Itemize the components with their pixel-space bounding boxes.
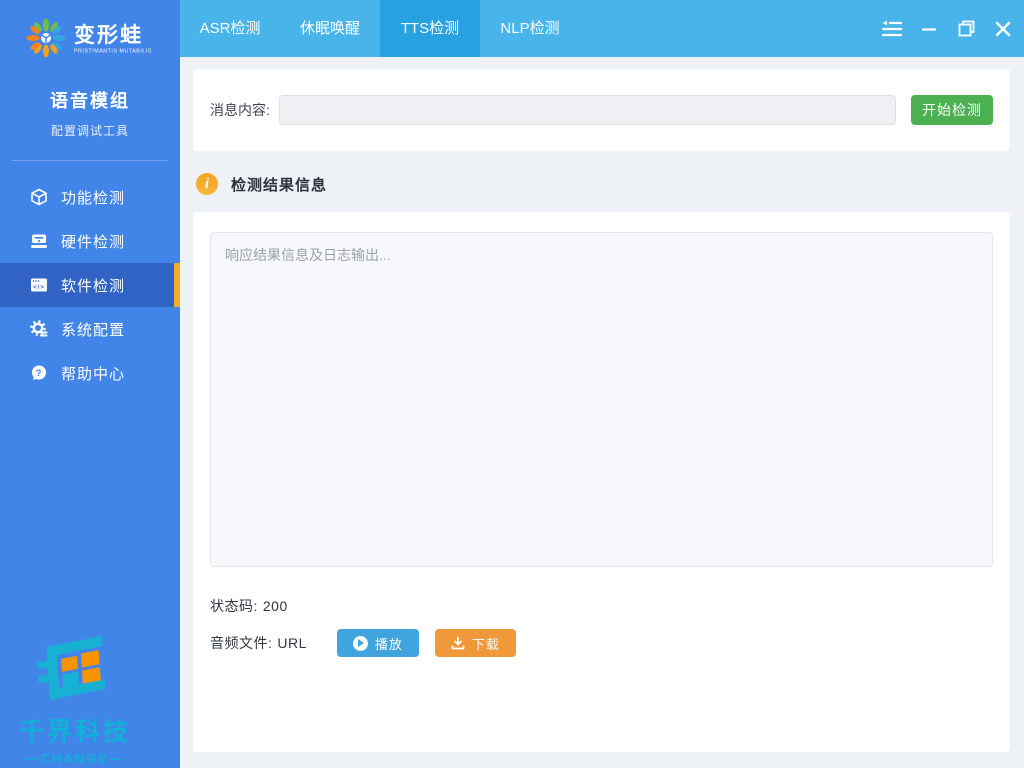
info-icon: i: [196, 173, 218, 195]
sidebar-divider: [12, 160, 168, 161]
collapse-menu-icon[interactable]: [881, 18, 903, 40]
sidebar-item-function-check[interactable]: 功能检测: [0, 175, 180, 219]
result-card: 状态码: 200 音频文件: URL 播放 下载: [193, 212, 1010, 752]
result-section-title: 检测结果信息: [231, 176, 328, 194]
sidebar-menu: 功能检测 硬件检测 </> 软件检测 系统配置 ? 帮助中心: [0, 175, 180, 395]
sidebar-item-hardware-check[interactable]: 硬件检测: [0, 219, 180, 263]
status-code-row: 状态码: 200: [210, 596, 993, 616]
message-label: 消息内容:: [210, 102, 270, 118]
sidebar-item-label: 功能检测: [61, 189, 126, 207]
sidebar-item-system-config[interactable]: 系统配置: [0, 307, 180, 351]
brand: 变形蛙 PRISTIMANTIS MUTABILIS: [0, 0, 180, 65]
close-icon[interactable]: [992, 18, 1014, 40]
topbar: ASR检测 休眠唤醒 TTS检测 NLP检测: [180, 0, 1024, 57]
company-tagline: —CHANGE—: [25, 751, 125, 766]
play-button[interactable]: 播放: [336, 629, 419, 657]
download-icon: [451, 636, 465, 650]
sidebar-item-label: 系统配置: [61, 321, 126, 339]
sidebar-item-label: 帮助中心: [61, 365, 126, 383]
module-header: 语音模组 配置调试工具: [0, 87, 180, 139]
code-window-icon: </>: [30, 276, 48, 294]
status-code-value: 200: [262, 598, 288, 614]
tab-asr[interactable]: ASR检测: [180, 0, 280, 57]
tab-label: 休眠唤醒: [299, 20, 360, 37]
message-card: 消息内容: 开始检测: [193, 69, 1010, 151]
company-name: 千界科技: [18, 718, 131, 746]
module-subtitle: 配置调试工具: [50, 124, 129, 138]
minimize-icon[interactable]: [918, 18, 940, 40]
audio-file-row: 音频文件: URL 播放 下载: [210, 629, 993, 657]
company-logo: 千界科技 —CHANGE—: [0, 635, 150, 766]
audio-file-value: URL: [277, 635, 307, 651]
result-section-header: i 检测结果信息: [196, 170, 1024, 198]
svg-text:?: ?: [36, 368, 43, 379]
sidebar-item-label: 硬件检测: [61, 233, 126, 251]
status-code-label: 状态码:: [210, 598, 258, 614]
window-flag-logo-icon: [32, 636, 118, 711]
tab-wakeup[interactable]: 休眠唤醒: [280, 0, 380, 57]
brand-subtitle: PRISTIMANTIS MUTABILIS: [74, 47, 152, 54]
download-button[interactable]: 下载: [434, 629, 516, 657]
module-title: 语音模组: [50, 91, 130, 111]
tab-nlp[interactable]: NLP检测: [480, 0, 580, 57]
window-controls: [881, 0, 1014, 57]
tab-label: ASR检测: [199, 20, 261, 37]
sidebar: 变形蛙 PRISTIMANTIS MUTABILIS 语音模组 配置调试工具 功…: [0, 0, 180, 768]
sidebar-item-software-check[interactable]: </> 软件检测: [0, 263, 180, 307]
sidebar-item-label: 软件检测: [61, 277, 126, 295]
tab-label: TTS检测: [400, 20, 460, 37]
start-check-button[interactable]: 开始检测: [911, 95, 993, 125]
tab-tts[interactable]: TTS检测: [380, 0, 480, 57]
maximize-icon[interactable]: [955, 18, 977, 40]
message-input[interactable]: [278, 95, 896, 125]
sidebar-item-help-center[interactable]: ? 帮助中心: [0, 351, 180, 395]
svg-text:</>: </>: [33, 285, 45, 291]
log-output-textarea[interactable]: [210, 232, 993, 567]
tab-label: NLP检测: [500, 20, 560, 37]
download-button-label: 下载: [471, 636, 500, 652]
hardware-icon: [30, 232, 48, 250]
audio-file-label: 音频文件:: [210, 635, 273, 651]
pinwheel-frog-logo-icon: [24, 16, 68, 65]
main-content: 消息内容: 开始检测 i 检测结果信息 状态码: 200 音频文件: URL 播…: [180, 57, 1024, 768]
play-button-label: 播放: [374, 636, 403, 652]
cube-icon: [30, 188, 48, 206]
gear-icon: [30, 320, 48, 338]
play-icon: [352, 635, 368, 651]
question-bubble-icon: ?: [30, 364, 48, 382]
